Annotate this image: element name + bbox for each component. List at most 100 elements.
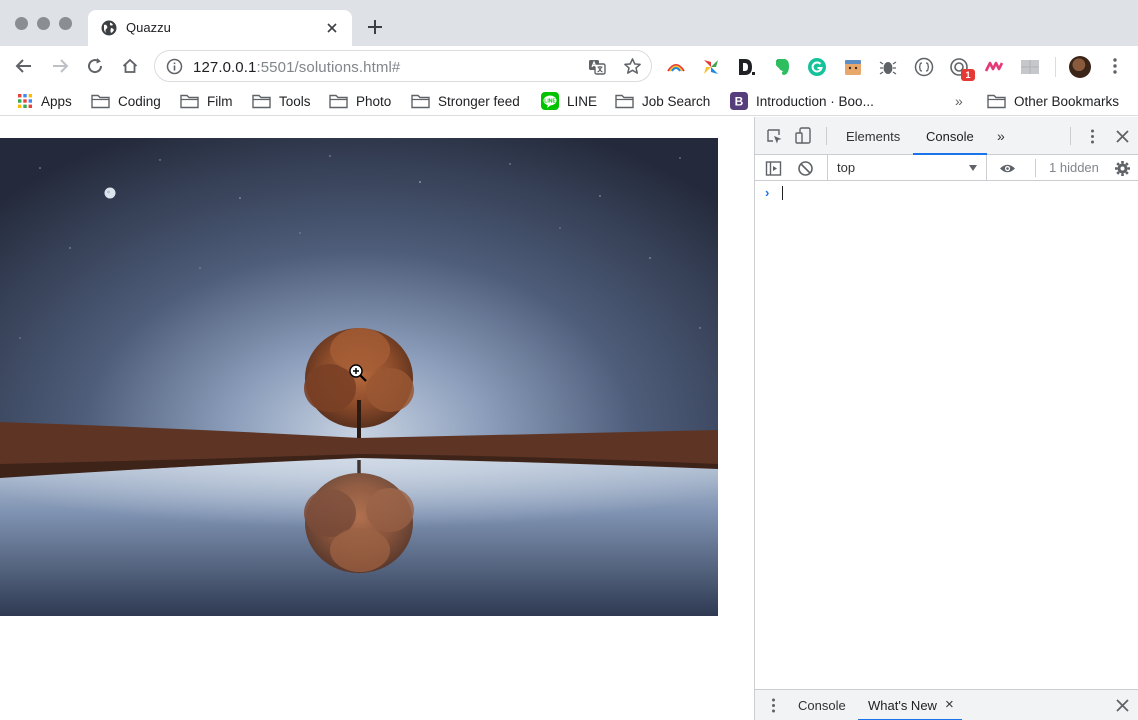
new-tab-icon[interactable] [366,18,384,36]
dribbble-d-extension-icon[interactable] [736,57,756,77]
grey-tile-extension-icon[interactable] [1020,57,1040,77]
drawer-tab-console[interactable]: Console [798,698,846,713]
bookmark-label: Stronger feed [438,93,520,109]
bookmark-folder-tools[interactable]: Tools [252,91,311,111]
bookmark-apps[interactable]: Apps [17,91,72,111]
execution-context-select[interactable]: top [827,155,987,181]
url-path: :5501/solutions.html# [256,59,401,76]
folder-icon [615,94,634,109]
tab-console[interactable]: Console [926,129,974,144]
bookmark-label: Coding [118,93,161,109]
bookmark-folder-photo[interactable]: Photo [329,91,391,111]
back-arrow-icon[interactable] [15,57,33,75]
wave-extension-icon[interactable] [984,57,1004,77]
hero-image[interactable] [0,138,718,616]
bookmark-bootstrap-introduction[interactable]: B Introduction · Boo... [730,91,874,111]
svg-text:LINE: LINE [544,99,556,105]
address-bar[interactable]: 127.0.0.1:5501/solutions.html# [154,50,652,82]
page-viewport [0,117,754,720]
svg-text:B: B [735,95,744,109]
browser-menu-icon[interactable] [1106,57,1124,75]
window-zoom-button[interactable] [59,17,72,30]
bookmark-label: Film [207,93,233,109]
tab-title: Quazzu [126,20,171,35]
devtools-menu-icon[interactable] [1084,128,1101,145]
bookmark-folder-stronger-feed[interactable]: Stronger feed [411,91,520,111]
box-extension-icon[interactable] [843,57,863,77]
console-toolbar: top 1 hidden [755,155,1138,181]
dropdown-arrow-icon [969,165,977,171]
url-host: 127.0.0.1 [193,59,257,76]
console-prompt-arrow: › [765,185,770,200]
devtools-separator [826,127,827,145]
drawer-tab-whats-new[interactable]: What's New [868,698,937,713]
extension-badge: 1 [961,69,975,81]
bookmark-label: Photo [356,93,392,109]
line-app-icon: LINE [541,92,559,110]
browser-tab-active[interactable]: Quazzu [88,10,352,46]
folder-icon [91,94,110,109]
bookmark-folder-other[interactable]: Other Bookmarks [987,91,1119,111]
tab-elements[interactable]: Elements [846,129,900,144]
rainbow-arc-extension-icon[interactable] [666,57,686,77]
close-drawer-icon[interactable] [1114,697,1131,714]
url-text[interactable]: 127.0.0.1:5501/solutions.html# [193,59,400,76]
apps-grid-icon [18,94,32,108]
bookmark-label: Other Bookmarks [1014,93,1120,109]
bookmark-label: Apps [41,93,72,109]
moon [104,187,116,199]
bookmark-folder-film[interactable]: Film [180,91,233,111]
window-minimize-button[interactable] [37,17,50,30]
evernote-icon[interactable] [772,57,792,77]
inspect-element-icon[interactable] [766,128,783,145]
window-close-button[interactable] [15,17,28,30]
grammarly-icon[interactable] [807,57,827,77]
tab-strip: Quazzu [0,0,1138,46]
execution-context-value: top [837,160,856,175]
forward-arrow-icon[interactable] [51,57,69,75]
profile-avatar[interactable] [1069,56,1091,78]
devtools-tab-bar: Elements Console » [755,117,1138,155]
console-sidebar-icon[interactable] [765,160,782,177]
close-whats-new-icon[interactable]: × [945,696,954,713]
reload-icon[interactable] [86,57,104,75]
bookmark-label: LINE [567,93,598,109]
bookmarks-overflow-chevron[interactable]: » [955,93,963,109]
toolbar-separator [1055,57,1056,77]
devtools-panel: Elements Console » top 1 hidden › Consol… [754,117,1138,720]
drawer-menu-icon[interactable] [765,697,782,714]
site-info-icon[interactable] [166,58,183,75]
home-icon[interactable] [121,57,139,75]
console-settings-gear-icon[interactable] [1114,160,1131,177]
live-expression-eye-icon[interactable] [999,160,1016,177]
more-tabs-chevron[interactable]: » [997,128,1005,144]
folder-icon [411,94,430,109]
globe-icon [101,20,117,36]
bookmark-star-icon[interactable] [623,57,642,76]
folder-icon [987,94,1006,109]
bookmark-line[interactable]: LINE LINE [541,91,597,111]
hidden-messages-count[interactable]: 1 hidden [1049,160,1099,175]
console-input-caret[interactable] [782,186,783,200]
folder-icon [329,94,348,109]
bookmark-label: Tools [279,93,311,109]
close-tab-icon[interactable] [324,20,340,36]
bookmarks-bar: Apps Coding Film Tools Photo Stronger fe… [0,86,1138,116]
bookmark-label: Job Search [642,93,711,109]
bootstrap-icon: B [730,92,748,110]
devtools-separator [1070,127,1071,145]
bookmark-label: Introduction · Boo... [756,93,874,109]
bookmark-folder-coding[interactable]: Coding [91,91,161,111]
devtools-separator [1035,159,1036,177]
bookmark-folder-job-search[interactable]: Job Search [615,91,710,111]
bug-extension-icon[interactable] [878,57,898,77]
browser-toolbar: 127.0.0.1:5501/solutions.html# 1 [0,46,1138,86]
translate-icon[interactable] [588,58,606,76]
clear-console-icon[interactable] [797,160,814,177]
close-devtools-icon[interactable] [1114,128,1131,145]
code-braces-extension-icon[interactable] [914,57,934,77]
folder-icon [180,94,199,109]
device-toolbar-icon[interactable] [795,127,812,144]
pinwheel-extension-icon[interactable] [701,57,721,77]
folder-icon [252,94,271,109]
